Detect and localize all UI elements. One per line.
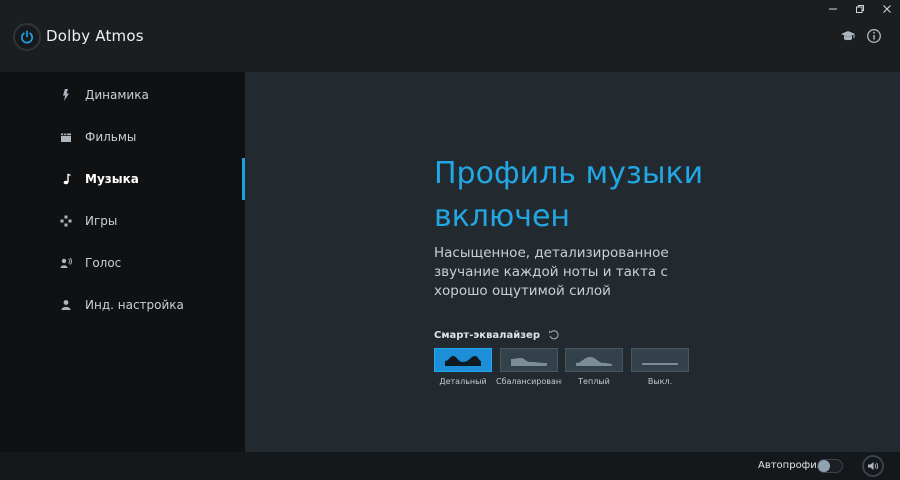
title-bar: Dolby Atmos <box>0 0 900 72</box>
main-panel: Профиль музыки включен Насыщенное, детал… <box>245 72 900 452</box>
sidebar-item-speakers[interactable]: Динамика <box>0 74 245 116</box>
minimize-icon[interactable] <box>822 2 844 16</box>
film-clapper-icon <box>60 131 72 143</box>
eq-preset-detailed[interactable] <box>434 348 492 372</box>
sidebar-item-voice[interactable]: Голос <box>0 242 245 284</box>
profile-description: Насыщенное, детализированное звучание ка… <box>434 245 669 299</box>
eq-preset-label: Детальный <box>439 377 487 386</box>
eq-preset-warm[interactable] <box>565 348 623 372</box>
voice-icon <box>60 257 72 269</box>
eq-curve-balanced-icon <box>511 358 547 366</box>
gamepad-icon <box>60 215 72 227</box>
sidebar-item-custom[interactable]: Инд. настройка <box>0 284 245 326</box>
music-note-icon <box>60 173 72 185</box>
sidebar-item-label: Игры <box>85 214 118 228</box>
sidebar-item-label: Голос <box>85 256 122 270</box>
close-icon[interactable] <box>876 2 898 16</box>
info-icon[interactable] <box>866 28 882 44</box>
bottom-bar: Автопрофиль <box>0 452 900 480</box>
eq-preset-label: Теплый <box>578 377 610 386</box>
person-icon <box>60 299 72 311</box>
sidebar-item-movies[interactable]: Фильмы <box>0 116 245 158</box>
lightning-icon <box>60 89 72 101</box>
eq-curve-flat-icon <box>642 363 678 365</box>
eq-curve-detailed-icon <box>445 356 481 366</box>
equalizer-title: Смарт-эквалайзер <box>434 329 560 341</box>
eq-preset-balanced[interactable] <box>500 348 558 372</box>
eq-preset-label: Сбалансированн <box>496 377 562 386</box>
eq-curve-warm-icon <box>576 357 612 366</box>
sidebar: Динамика Фильмы Музыка Игры Голос Инд. н… <box>0 72 245 452</box>
restore-icon[interactable] <box>849 2 871 16</box>
sidebar-item-label: Музыка <box>85 172 139 186</box>
reset-icon[interactable] <box>548 329 560 341</box>
sidebar-item-label: Динамика <box>85 88 149 102</box>
profile-headline: Профиль музыки включен <box>434 156 704 234</box>
sidebar-item-label: Фильмы <box>85 130 137 144</box>
eq-preset-label: Выкл. <box>647 377 673 386</box>
sidebar-item-music[interactable]: Музыка <box>0 158 245 200</box>
app-title: Dolby Atmos <box>46 27 144 45</box>
autoprofile-toggle[interactable] <box>817 459 843 473</box>
sidebar-item-label: Инд. настройка <box>85 298 184 312</box>
toggle-knob <box>818 460 830 472</box>
eq-preset-off[interactable] <box>631 348 689 372</box>
sidebar-item-games[interactable]: Игры <box>0 200 245 242</box>
graduation-cap-icon[interactable] <box>840 28 856 44</box>
power-icon[interactable] <box>13 23 41 51</box>
equalizer-title-label: Смарт-эквалайзер <box>434 329 540 341</box>
speaker-icon[interactable] <box>862 455 884 477</box>
